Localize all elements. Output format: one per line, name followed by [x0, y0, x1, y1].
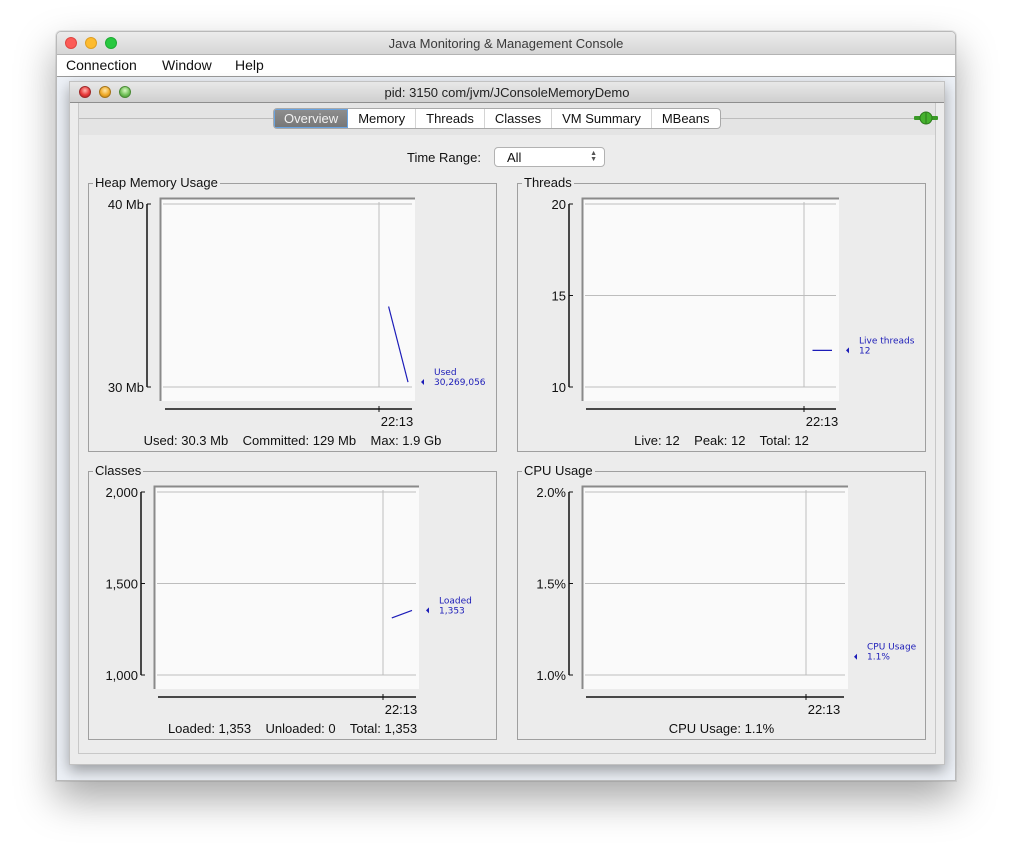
jconsole-window: Java Monitoring & Management Console Con…: [56, 31, 956, 781]
threads-panel: Threads 20 15 10 22:13 Live threads 12 Live: …: [517, 175, 926, 452]
time-range-select[interactable]: All ▲ ▼: [494, 147, 605, 167]
heap-memory-panel: Heap Memory Usage 40 Mb 30 Mb 22:13 Used 30,…: [88, 175, 497, 452]
legend-series-name: Loaded: [439, 596, 472, 606]
x-tick-label: 22:13: [381, 414, 414, 429]
connection-internal-frame: pid: 3150 com/jvm/JConsoleMemoryDemo Ove…: [69, 81, 945, 765]
heap-memory-chart: 40 Mb 30 Mb 22:13 Used30,269,056: [108, 197, 486, 429]
select-arrows-icon: ▲ ▼: [590, 150, 597, 163]
y-tick-label: 15: [552, 289, 566, 304]
plot-area: [582, 486, 848, 689]
window-titlebar[interactable]: Java Monitoring & Management Console: [57, 32, 955, 55]
legend-marker-icon: [854, 653, 857, 660]
threads-summary: Live: 12 Peak: 12 Total: 12: [634, 433, 809, 448]
tab-band: Overview Memory Threads Classes VM Summa…: [79, 103, 938, 135]
y-tick-label: 10: [552, 380, 566, 395]
tab-threads[interactable]: Threads: [416, 109, 485, 128]
y-tick-label: 20: [552, 197, 566, 212]
heap-summary: Used: 30.3 Mb Committed: 129 Mb Max: 1.9…: [143, 433, 442, 448]
plot-area: [160, 198, 415, 401]
legend-marker-icon: [846, 347, 849, 354]
y-tick-label: 30 Mb: [108, 380, 144, 395]
classes-chart: 2,000 1,500 1,000 22:13 Loaded1,353: [105, 485, 472, 717]
classes-summary: Loaded: 1,353 Unloaded: 0 Total: 1,353: [167, 721, 418, 736]
plot-area: [582, 198, 839, 401]
tab-overview[interactable]: Overview: [274, 109, 349, 128]
tab-strip: Overview Memory Threads Classes VM Summa…: [273, 108, 721, 129]
cpu-usage-chart: 2.0% 1.5% 1.0% 22:13 CPU Usage1.1%: [536, 485, 917, 717]
classes-panel: Classes 2,000 1,500 1,000 22:13 Loaded 1,353 …: [88, 463, 497, 740]
tab-memory[interactable]: Memory: [348, 109, 417, 128]
legend-series-value: 12: [859, 346, 870, 356]
legend-series-value: 1,353: [439, 606, 465, 616]
window-title: Java Monitoring & Management Console: [388, 36, 624, 51]
y-tick-label: 2.0%: [536, 485, 566, 500]
time-range-label: Time Range:: [407, 150, 481, 165]
cpu-usage-panel: CPU Usage 2.0% 1.5% 1.0% 22:13 CPU Usage 1.1%…: [517, 463, 926, 740]
tab-classes[interactable]: Classes: [485, 109, 553, 128]
legend-series-name: Used: [434, 368, 457, 378]
y-tick-label: 1.5%: [536, 577, 566, 592]
x-tick-label: 22:13: [806, 414, 839, 429]
frame-title: pid: 3150 com/jvm/JConsoleMemoryDemo: [384, 85, 630, 100]
y-tick-label: 1,500: [105, 577, 138, 592]
menu-connection[interactable]: Connection: [66, 57, 137, 73]
y-tick-label: 1.0%: [536, 668, 566, 683]
legend-series-value: 30,269,056: [434, 378, 486, 388]
x-tick-label: 22:13: [808, 702, 841, 717]
internal-frame-titlebar[interactable]: pid: 3150 com/jvm/JConsoleMemoryDemo: [70, 82, 944, 103]
tab-mbeans[interactable]: MBeans: [652, 109, 720, 128]
threads-chart: 20 15 10 22:13 Live threads12: [552, 197, 915, 429]
tab-vm-summary[interactable]: VM Summary: [552, 109, 652, 128]
menu-bar: Connection Window Help: [57, 55, 955, 77]
tab-content-area: Overview Memory Threads Classes VM Summa…: [78, 103, 938, 754]
menu-help[interactable]: Help: [235, 57, 264, 73]
y-tick-label: 2,000: [105, 485, 138, 500]
legend-marker-icon: [421, 379, 424, 386]
legend-series-value: 1.1%: [867, 653, 890, 663]
cpu-summary: CPU Usage: 1.1%: [668, 721, 775, 736]
time-range-value: All: [507, 150, 522, 165]
connected-plug-icon[interactable]: [914, 111, 938, 125]
legend-marker-icon: [426, 607, 429, 614]
plot-area: [154, 486, 419, 689]
menu-window[interactable]: Window: [162, 57, 212, 73]
x-tick-label: 22:13: [385, 702, 418, 717]
y-tick-label: 1,000: [105, 668, 138, 683]
legend-series-name: Live threads: [859, 336, 915, 346]
y-tick-label: 40 Mb: [108, 197, 144, 212]
legend-series-name: CPU Usage: [867, 643, 917, 653]
